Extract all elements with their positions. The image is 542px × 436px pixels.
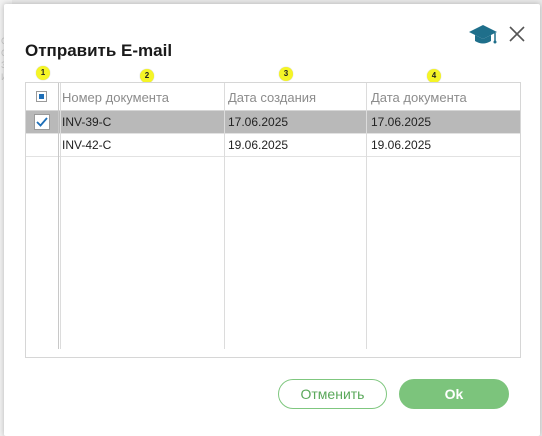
cell-document-date: 17.06.2025 [371,115,432,129]
annotation-marker-3: 3 [279,67,293,81]
cancel-button[interactable]: Отменить [278,379,387,409]
table-row[interactable]: INV-42-C 19.06.2025 19.06.2025 [26,134,520,157]
cell-document-date: 19.06.2025 [371,138,432,152]
select-all-checkbox[interactable] [36,91,47,102]
annotation-marker-4: 4 [427,69,441,83]
cell-created-date: 19.06.2025 [228,138,289,152]
annotation-marker-2: 2 [140,69,154,83]
cell-document-number: INV-42-C [62,138,112,152]
annotation-marker-1: 1 [36,66,50,80]
column-header-document-number[interactable]: Номер документа [62,90,169,105]
send-email-dialog: Отправить E-mail 1 2 3 4 Номер документа… [4,4,540,436]
column-divider [366,83,367,349]
column-divider [224,83,225,349]
ok-button[interactable]: Ok [399,379,509,409]
documents-table: Номер документа Дата создания Дата докум… [25,82,521,358]
cell-created-date: 17.06.2025 [228,115,289,129]
close-icon[interactable] [506,23,528,45]
checkmark-icon [36,117,48,127]
table-header: Номер документа Дата создания Дата докум… [26,83,520,111]
graduation-cap-icon[interactable] [468,23,498,47]
column-header-created-date[interactable]: Дата создания [228,90,316,105]
column-divider [58,83,61,349]
row-checkbox[interactable] [34,114,50,130]
column-header-document-date[interactable]: Дата документа [371,90,467,105]
cell-document-number: INV-39-C [62,115,112,129]
table-row[interactable]: INV-39-C 17.06.2025 17.06.2025 [26,111,520,134]
dialog-title: Отправить E-mail [25,41,173,60]
